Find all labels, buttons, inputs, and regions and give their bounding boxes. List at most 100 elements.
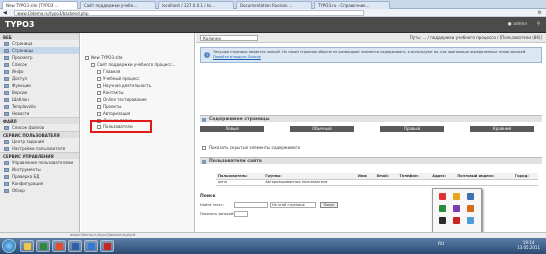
menu-item-functions[interactable]: Функции — [0, 82, 79, 89]
page-icon — [97, 105, 101, 109]
menu-item-taskcenter[interactable]: Центр заданий — [0, 138, 79, 145]
menu-item-user-admin[interactable]: Управление пользователями — [0, 159, 79, 166]
tab-documentation[interactable]: Documentation Russian ... — [236, 1, 312, 9]
menu-item-access[interactable]: Доступ — [0, 75, 79, 82]
back-icon[interactable]: ◀ — [3, 10, 7, 16]
show-hidden-label: Показать скрытые элементы содержимого — [209, 145, 301, 150]
menu-item-info[interactable]: Инфо — [0, 68, 79, 75]
search-icon[interactable]: ⚲ — [537, 22, 540, 27]
media-icon — [40, 243, 47, 250]
tree-page[interactable]: Online тестирование — [97, 97, 147, 103]
pages-icon — [4, 48, 9, 53]
db-icon — [4, 174, 9, 179]
site-users-header[interactable]: Пользователи сайта — [200, 157, 542, 164]
column-border[interactable]: Крайний — [470, 126, 534, 132]
info-icon — [4, 69, 9, 74]
tray-cloud-icon[interactable] — [467, 217, 474, 224]
taskbar-explorer[interactable] — [20, 240, 34, 252]
search-button[interactable]: Поиск — [320, 202, 338, 208]
versions-icon — [4, 90, 9, 95]
menu-section-web[interactable]: ВЕБ — [0, 33, 79, 40]
view-mode-select[interactable]: Колонки — [200, 35, 258, 41]
menu-item-overview[interactable]: Обзор — [0, 187, 79, 194]
search-input[interactable] — [234, 202, 268, 208]
menu-item-pages[interactable]: Страницы — [0, 47, 79, 54]
tray-close-icon[interactable] — [453, 217, 460, 224]
menu-item-template[interactable]: Шаблон — [0, 96, 79, 103]
tray-network-icon[interactable] — [467, 193, 474, 200]
breadcrumb: Путь: ... / поддержки учебного процесса … — [409, 35, 542, 40]
menu-item-filelist[interactable]: Список файлов — [0, 124, 79, 131]
cell-user[interactable]: анна — [216, 179, 264, 186]
column-right[interactable]: Правый — [380, 126, 444, 132]
menu-item-view[interactable]: Просмотр — [0, 54, 79, 61]
menu-item-page[interactable]: Страница — [0, 40, 79, 47]
url-input[interactable]: www.t3demo.ru/typo3/backend.php — [14, 10, 364, 16]
records-count-input[interactable] — [234, 211, 248, 217]
config-icon — [4, 181, 9, 186]
taskbar-app[interactable] — [84, 240, 98, 252]
tray-server-icon[interactable] — [439, 217, 446, 224]
clock[interactable]: 19:14 13.05.2011 — [517, 240, 540, 250]
search-scope-select[interactable]: На этой странице — [270, 202, 316, 208]
language-indicator[interactable]: RU — [438, 242, 444, 247]
menu-item-templavoila[interactable]: Templavoila — [0, 103, 79, 110]
page-icon — [97, 77, 101, 81]
tray-messenger-icon[interactable] — [453, 205, 460, 212]
cell-name — [355, 179, 375, 186]
list-module-link[interactable]: Перейти в модуль Список — [213, 55, 261, 59]
tray-antivirus-icon[interactable] — [439, 193, 446, 200]
show-hidden-checkbox[interactable] — [202, 146, 206, 150]
typo3-topbar: TYPO3 ● admin ⚲ — [0, 17, 546, 33]
tree-site[interactable]: Сайт поддержки учебного процесс... — [91, 62, 175, 68]
menu-item-tools[interactable]: Инструменты — [0, 166, 79, 173]
template-icon — [4, 97, 9, 102]
templavoila-icon — [4, 104, 9, 109]
tab-phpmyadmin[interactable]: localhost / 127.0.0.1 / ks... — [158, 1, 234, 9]
column-normal[interactable]: Обычный — [290, 126, 354, 132]
menu-item-news[interactable]: Новости — [0, 110, 79, 117]
menu-item-user-settings[interactable]: Настройки пользователя — [0, 145, 79, 152]
menu-section-user-tools[interactable]: СЕРВИС ПОЛЬЗОВАТЕЛЯ — [0, 131, 79, 138]
tree-page[interactable]: Авторизация — [97, 111, 130, 117]
menu-section-admin-tools[interactable]: СЕРВИС УПРАВЛЕНИЯ — [0, 152, 79, 159]
browser-tab-bar: New TYPO3 site [TYPO3 ... Сайт поддержки… — [0, 0, 546, 9]
column-left[interactable]: Левый — [200, 126, 264, 132]
menu-item-configuration[interactable]: Конфигурация — [0, 180, 79, 187]
menu-item-versions[interactable]: Версии — [0, 89, 79, 96]
tray-torrent-icon[interactable] — [467, 205, 474, 212]
tree-page[interactable]: Контакты — [97, 90, 124, 96]
functions-icon — [4, 83, 9, 88]
taskbar-word[interactable] — [68, 240, 82, 252]
start-button[interactable] — [2, 239, 16, 253]
menu-item-db-check[interactable]: Проверка БД — [0, 173, 79, 180]
tree-root[interactable]: New TYPO3 site — [85, 55, 122, 61]
collapse-icon — [202, 159, 206, 164]
tray-update-icon[interactable] — [453, 193, 460, 200]
users-table: Пользователь: Группы: Имя: Email: Телефо… — [216, 173, 538, 186]
view-icon — [4, 55, 9, 60]
menu-item-list[interactable]: Список — [0, 61, 79, 68]
tab-typo3[interactable]: New TYPO3 site [TYPO3 ... — [2, 1, 78, 9]
user-menu[interactable]: ● admin ⚲ — [508, 22, 540, 27]
tree-page[interactable]: Проекты — [97, 104, 121, 110]
table-row[interactable]: анна Авторизированные пользователи — [216, 179, 538, 186]
tray-skype-icon[interactable] — [439, 205, 446, 212]
settings-icon[interactable]: ⚙ — [538, 10, 542, 16]
tree-page[interactable]: Научная деятельность — [97, 83, 151, 89]
content-area: Колонки Путь: ... / поддержки учебного п… — [196, 33, 546, 232]
menu-section-file[interactable]: ФАЙЛ — [0, 117, 79, 124]
tree-page[interactable]: Учебный процесс — [97, 76, 140, 82]
page-content-header[interactable]: Содержимое страницы — [200, 115, 542, 122]
user-settings-icon — [4, 146, 9, 151]
taskbar-media[interactable] — [36, 240, 50, 252]
tab-support-site[interactable]: Сайт поддержки учебн... — [80, 1, 156, 9]
taskbar-pdf[interactable] — [100, 240, 114, 252]
taskbar-browser[interactable] — [52, 240, 66, 252]
page-icon — [97, 112, 101, 116]
tree-page[interactable]: Главная — [97, 69, 120, 75]
search-for-label: Найти текст: — [200, 203, 224, 207]
tab-typo3-ru[interactable]: TYPO3.ru - Справочник... — [314, 1, 390, 9]
user-icon: ● — [507, 22, 512, 27]
browser-icon — [56, 243, 63, 250]
